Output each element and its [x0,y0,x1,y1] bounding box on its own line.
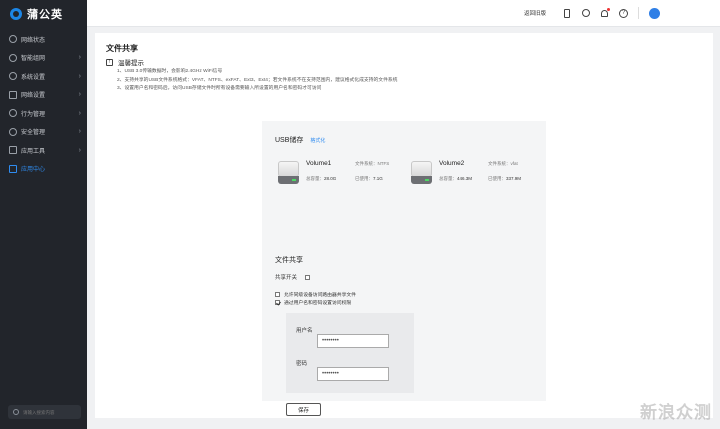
brand-logo-icon [10,7,22,20]
chevron-right-icon: › [78,54,81,62]
back-to-old-version-link[interactable]: 返回旧版 [524,9,546,17]
volume-filesystem: 文件系统：vfat [488,161,518,166]
hard-drive-icon [278,161,299,185]
sidebar-item-app-center[interactable]: 应用中心 [0,160,87,179]
brand: 蒲公英 [0,0,87,27]
username-label: 用户名 [296,328,313,334]
sidebar-item-behavior-management[interactable]: 行为管理 › [0,104,87,123]
hard-drive-icon [411,161,432,185]
sidebar-item-label: 系统设置 [21,74,46,81]
password-input[interactable] [317,367,389,381]
main-card: 文件共享 ! 温馨提示 1、USB 3.0传输数据时，会影响2.4GHz WiF… [95,33,713,418]
volume-total: 总容量：28.0G [306,176,337,181]
tip-title: 温馨提示 [118,60,144,67]
share-switch-label: 共享开关 [275,275,298,281]
sidebar-item-smart-network[interactable]: 智能组网 › [0,49,87,68]
grid-icon [9,90,17,99]
topbar-divider [638,7,639,19]
username-blurred [670,11,710,16]
sidebar-item-label: 行为管理 [21,111,46,118]
sidebar-item-label: 网络状态 [21,37,46,44]
sidebar-item-security[interactable]: 安全管理 › [0,123,87,142]
share-switch-checkbox[interactable] [305,274,311,280]
volume-name: Volume1 [306,160,332,167]
sidebar-nav: 网络状态 智能组网 › 系统设置 › 网络设置 › 行为管理 › 安全管理 › [0,30,87,178]
sidebar-item-label: 智能组网 [21,56,46,63]
sidebar-item-app-tools[interactable]: 应用工具 › [0,141,87,160]
volume-name: Volume2 [439,160,465,167]
page-title: 文件共享 [106,44,138,53]
network-icon [9,53,17,62]
password-label: 密码 [296,361,308,367]
sidebar-item-network-settings[interactable]: 网络设置 › [0,86,87,105]
option-label: 通过用户名和密码设置访问权限 [284,301,352,306]
settings-gear-icon[interactable] [581,9,590,18]
behavior-icon [9,109,17,118]
file-share-title: 文件共享 [275,257,303,264]
tip-item: 1、USB 3.0传输数据时，会影响2.4GHz WiFi信号 [117,69,223,74]
chevron-right-icon: › [78,109,81,117]
chevron-right-icon: › [78,128,81,136]
sidebar-item-network-status[interactable]: 网络状态 [0,30,87,49]
tip-list: 1、USB 3.0传输数据时，会影响2.4GHz WiFi信号 2、支持共享的U… [117,68,397,94]
sidebar-item-label: 安全管理 [21,130,46,137]
option-anonymous-access: 允许同级设备访问路由器共享文件 [275,291,356,298]
sidebar-search [8,405,81,419]
format-link[interactable]: 格式化 [310,137,325,144]
username-input[interactable] [317,334,389,348]
brand-name: 蒲公英 [27,8,63,21]
bell-icon[interactable] [600,7,610,18]
usb-share-panel: USB储存 格式化 Volume1 文件系统：NTFS 总容量：28.0G 已使… [262,121,546,416]
search-icon [13,409,19,415]
save-button[interactable]: 保存 [286,403,321,416]
auth-access-checkbox[interactable] [275,300,280,305]
volume-total: 总容量：446.3M [439,176,473,181]
tip-header: ! 温馨提示 [106,57,144,67]
volume-used: 已使用：7.1G [355,176,383,181]
help-icon[interactable]: ? [619,8,628,18]
gear-icon [9,72,17,81]
globe-icon [9,35,17,44]
volume-used: 已使用：337.9M [488,176,522,181]
sidebar: 蒲公英 网络状态 智能组网 › 系统设置 › 网络设置 › 行为管理 › 安全管… [0,0,87,429]
chevron-right-icon: › [78,91,81,99]
volume-card: Volume2 文件系统：vfat 总容量：446.3M 已使用：337.9M [408,159,538,189]
sidebar-item-label: 应用中心 [21,167,46,174]
avatar[interactable] [649,7,660,19]
volume-filesystem: 文件系统：NTFS [355,161,390,166]
usb-storage-title: USB储存 [275,137,304,144]
tip-item: 2、支持共享的USB文件系统格式：VFAT、NTFS、exFAT、Ext3、Ex… [117,77,398,83]
info-icon: ! [106,58,113,66]
share-switch-row: 共享开关 [275,273,311,281]
sidebar-search-input[interactable] [23,409,81,415]
option-auth-access: 通过用户名和密码设置访问权限 [275,299,351,306]
chevron-right-icon: › [78,146,81,154]
apps-icon [9,164,17,173]
volume-card: Volume1 文件系统：NTFS 总容量：28.0G 已使用：7.1G [275,159,405,189]
chevron-right-icon: › [78,72,81,80]
option-label: 允许同级设备访问路由器共享文件 [284,293,356,298]
shield-icon [9,127,17,136]
tip-item: 3、设置用户名和密码后，访问USB存储文件时所有设备需要输入所设置的用户名和密码… [117,86,322,91]
toolbox-icon [9,146,17,155]
anonymous-access-checkbox[interactable] [275,292,280,297]
sidebar-item-label: 网络设置 [21,93,46,100]
topbar: 返回旧版 ? [87,0,720,27]
sidebar-item-label: 应用工具 [21,148,46,155]
watermark: 新浪众测 [640,403,712,422]
phone-icon[interactable] [562,8,571,18]
usb-header: USB储存 格式化 [275,135,325,145]
credentials-box: 用户名 密码 [286,313,414,393]
sidebar-item-system-settings[interactable]: 系统设置 › [0,67,87,86]
